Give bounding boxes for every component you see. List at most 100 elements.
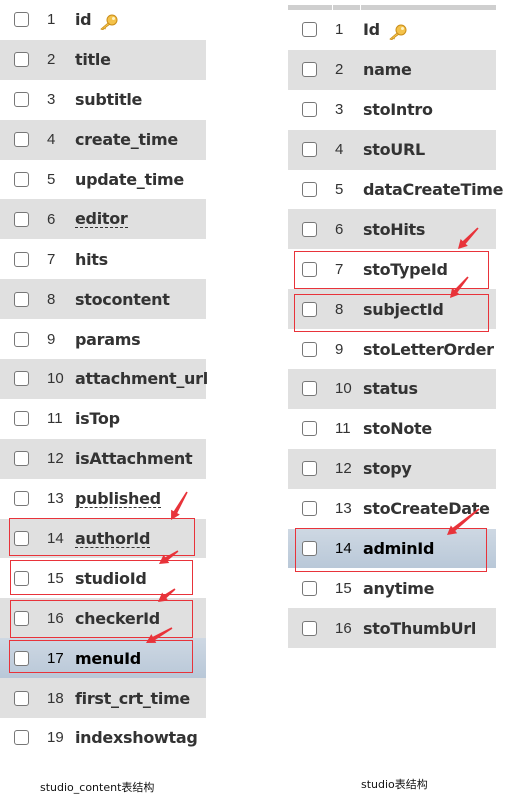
column-name: dataCreateTime	[363, 180, 504, 199]
table-row[interactable]: 2 title	[0, 39, 206, 80]
row-checkbox[interactable]	[302, 62, 317, 78]
column-name: subjectId	[363, 299, 444, 319]
column-name: isAttachment	[75, 449, 193, 469]
table-row[interactable]: 4 stoURL	[288, 129, 496, 170]
row-checkbox[interactable]	[302, 221, 317, 237]
row-checkbox[interactable]	[14, 531, 29, 547]
row-checkbox[interactable]	[302, 142, 317, 158]
column-name: update_time	[75, 170, 184, 189]
table-row[interactable]: 15 studioId	[0, 558, 206, 599]
column-number: 3	[335, 101, 344, 119]
table-row[interactable]: 3 stoIntro	[288, 89, 496, 130]
row-checkbox[interactable]	[14, 491, 29, 507]
table-row[interactable]: 15 anytime	[288, 568, 496, 609]
table-row[interactable]: 12 stopy	[288, 448, 496, 489]
column-name[interactable]: published	[75, 490, 161, 508]
row-checkbox[interactable]	[14, 12, 29, 28]
row-checkbox[interactable]	[302, 461, 317, 477]
table-row[interactable]: 16 checkerId	[0, 598, 206, 639]
row-checkbox[interactable]	[14, 371, 29, 387]
row-checkbox[interactable]	[302, 580, 317, 596]
row-checkbox[interactable]	[302, 182, 317, 197]
column-number: 12	[335, 460, 352, 478]
table-row[interactable]: 18 first_crt_time	[0, 678, 206, 719]
row-checkbox[interactable]	[14, 92, 29, 108]
table-row[interactable]: 12 isAttachment	[0, 438, 206, 479]
row-checkbox[interactable]	[14, 610, 29, 626]
column-number: 15	[47, 569, 64, 587]
column-name: create_time	[75, 130, 178, 150]
table-row[interactable]: 2 name	[288, 49, 496, 90]
row-checkbox[interactable]	[14, 251, 29, 267]
table-row[interactable]: 1 Id	[288, 10, 496, 50]
column-number: 19	[47, 729, 64, 747]
row-checkbox[interactable]	[14, 211, 29, 227]
column-name: stoThumbUrl	[363, 618, 477, 638]
table-row[interactable]: 11 isTop	[0, 398, 206, 439]
table-row[interactable]: 7 hits	[0, 239, 206, 280]
table-row[interactable]: 14 adminId	[288, 528, 496, 569]
studio-structure-table: 1 Id 2 name 3 stoIntro 4 stoURL 5 dataCreateTime 6…	[288, 10, 504, 649]
row-checkbox[interactable]	[302, 22, 317, 38]
row-checkbox[interactable]	[302, 421, 317, 437]
table-row[interactable]: 8 stocontent	[0, 279, 206, 320]
table-row[interactable]: 9 stoLetterOrder	[288, 329, 496, 370]
table-row[interactable]: 17 menuId	[0, 638, 206, 679]
column-number: 5	[47, 171, 56, 188]
row-checkbox[interactable]	[14, 650, 29, 666]
table-row[interactable]: 5 dataCreateTime	[288, 169, 504, 210]
table-row[interactable]: 4 create_time	[0, 119, 206, 160]
column-name[interactable]: editor	[75, 210, 128, 229]
table-row[interactable]: 13 published	[0, 478, 206, 519]
row-checkbox[interactable]	[302, 301, 317, 317]
column-name[interactable]: authorId	[75, 530, 150, 548]
key-icon	[388, 24, 408, 41]
table-row[interactable]: 19 indexshowtag	[0, 718, 206, 758]
column-number: 13	[47, 490, 64, 508]
row-checkbox[interactable]	[14, 411, 29, 427]
column-name: stopy	[363, 459, 412, 479]
table-row[interactable]: 10 attachment_url	[0, 359, 208, 399]
column-number: 12	[47, 450, 64, 468]
table-row[interactable]: 7 stoTypeId	[288, 249, 496, 290]
table-row[interactable]: 5 update_time	[0, 159, 206, 200]
row-checkbox[interactable]	[302, 501, 317, 517]
row-checkbox[interactable]	[302, 381, 317, 397]
table-row[interactable]: 11 stoNote	[288, 408, 496, 449]
row-checkbox[interactable]	[302, 541, 317, 557]
row-checkbox[interactable]	[14, 570, 29, 586]
column-name: stoURL	[363, 140, 425, 160]
table-row[interactable]: 10 status	[288, 369, 496, 409]
table-row[interactable]: 16 stoThumbUrl	[288, 608, 496, 649]
table-row[interactable]: 3 subtitle	[0, 79, 206, 120]
row-checkbox[interactable]	[14, 291, 29, 307]
column-name: hits	[75, 249, 108, 269]
row-checkbox[interactable]	[302, 620, 317, 636]
row-checkbox[interactable]	[14, 331, 29, 347]
row-checkbox[interactable]	[14, 172, 29, 187]
table-row[interactable]: 14 authorId	[0, 518, 206, 559]
column-name: attachment_url	[75, 369, 208, 389]
column-name: adminId	[363, 539, 435, 559]
column-number: 4	[335, 141, 344, 159]
column-name: checkerId	[75, 608, 160, 628]
column-number: 1	[47, 11, 56, 29]
row-checkbox[interactable]	[302, 102, 317, 118]
table-row[interactable]: 6 stoHits	[288, 209, 496, 250]
row-checkbox[interactable]	[14, 730, 29, 746]
row-checkbox[interactable]	[14, 451, 29, 467]
row-checkbox[interactable]	[302, 341, 317, 357]
row-checkbox[interactable]	[14, 52, 29, 68]
table-row[interactable]: 8 subjectId	[288, 289, 496, 330]
table-row[interactable]: 6 editor	[0, 199, 206, 240]
column-number: 8	[47, 290, 56, 308]
column-name: Id	[363, 20, 380, 40]
table-row[interactable]: 9 params	[0, 319, 206, 360]
row-checkbox[interactable]	[302, 261, 317, 277]
column-number: 10	[335, 380, 352, 398]
row-checkbox[interactable]	[14, 132, 29, 148]
row-checkbox[interactable]	[14, 690, 29, 706]
table-row[interactable]: 1 id	[0, 0, 206, 40]
column-name: subtitle	[75, 90, 143, 110]
table-row[interactable]: 13 stoCreateDate	[288, 488, 496, 529]
